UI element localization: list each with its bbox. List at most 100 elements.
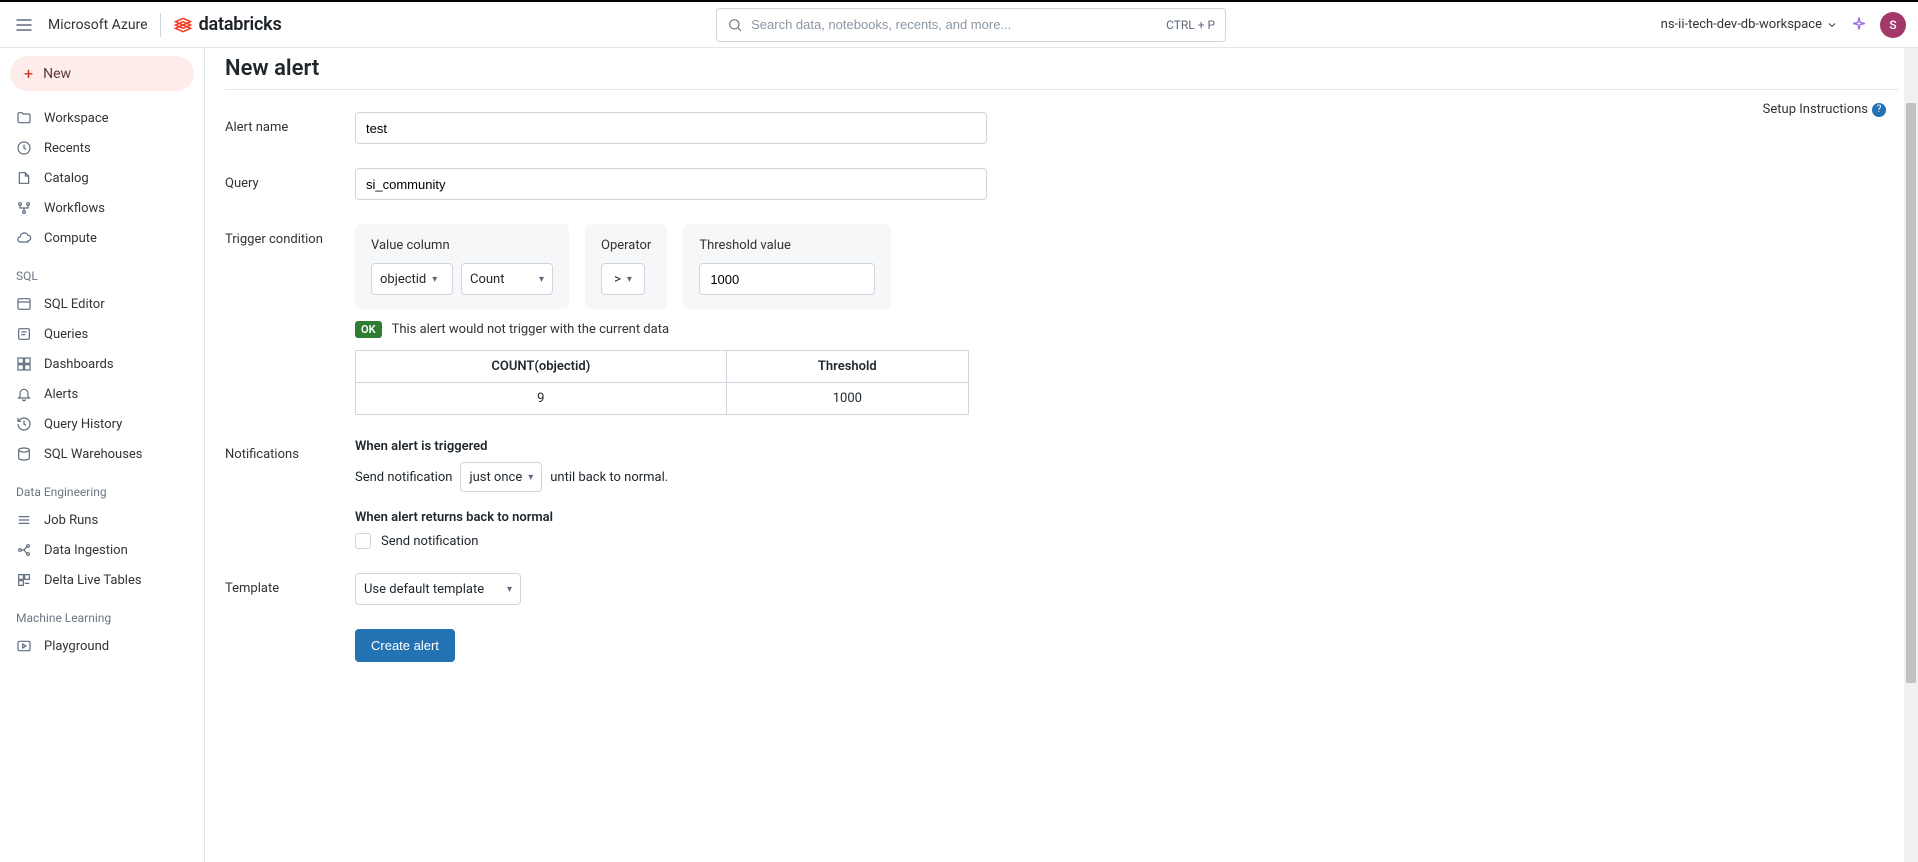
scrollbar-thumb[interactable] [1906, 103, 1916, 683]
top-bar: Microsoft Azure databricks CTRL + P ns-i… [0, 0, 1918, 48]
query-input[interactable] [355, 168, 987, 200]
sidebar-item-label: Queries [44, 327, 88, 342]
template-select[interactable]: Use default template ▾ [355, 573, 521, 605]
sidebar-item-label: Compute [44, 231, 97, 246]
notif-triggered-heading: When alert is triggered [355, 439, 1245, 454]
sidebar-item-alerts[interactable]: Alerts [10, 379, 194, 409]
threshold-input[interactable] [699, 263, 875, 295]
clock-icon [16, 140, 32, 156]
history-icon [16, 416, 32, 432]
operator-label: Operator [601, 238, 651, 253]
table-cell-threshold: 1000 [726, 383, 968, 415]
trigger-preview-table: COUNT(objectid) Threshold 9 1000 [355, 350, 969, 415]
plus-icon: + [24, 64, 33, 83]
sidebar-section-sql: SQL [10, 253, 194, 289]
notif-normal-checkbox[interactable] [355, 533, 371, 549]
sidebar-item-label: Query History [44, 417, 122, 432]
search-shortcut-label: CTRL + P [1166, 18, 1215, 32]
help-icon: ? [1872, 103, 1886, 117]
assistant-sparkle-icon[interactable] [1850, 16, 1868, 34]
sidebar-item-data-ingestion[interactable]: Data Ingestion [10, 535, 194, 565]
sidebar-item-queries[interactable]: Queries [10, 319, 194, 349]
operator-select[interactable]: > ▾ [601, 263, 645, 295]
workflow-icon [16, 200, 32, 216]
search-wrap: CTRL + P [294, 8, 1649, 42]
sidebar-item-compute[interactable]: Compute [10, 223, 194, 253]
sidebar-item-sql-editor[interactable]: SQL Editor [10, 289, 194, 319]
value-column-label: Value column [371, 238, 553, 253]
label-trigger: Trigger condition [225, 224, 355, 415]
databricks-logo-icon [173, 15, 193, 35]
notif-frequency-select[interactable]: just once ▾ [460, 462, 542, 492]
new-button[interactable]: + New [10, 56, 194, 91]
bell-icon [16, 386, 32, 402]
main-scrollbar[interactable] [1904, 48, 1918, 862]
create-alert-button[interactable]: Create alert [355, 629, 455, 662]
workspace-name-label: ns-ii-tech-dev-db-workspace [1661, 17, 1822, 32]
table-header-threshold: Threshold [726, 351, 968, 383]
sidebar-item-catalog[interactable]: Catalog [10, 163, 194, 193]
job-runs-icon [16, 512, 32, 528]
sidebar-item-dashboards[interactable]: Dashboards [10, 349, 194, 379]
top-right: ns-ii-tech-dev-db-workspace S [1661, 12, 1906, 38]
chevron-down-icon [1826, 19, 1838, 31]
sidebar-item-label: Delta Live Tables [44, 573, 142, 588]
setup-instructions-link[interactable]: Setup Instructions ? [1763, 102, 1886, 117]
aggregation-select[interactable]: Count ▾ [461, 263, 553, 295]
cloud-icon [16, 230, 32, 246]
sidebar-section-ml: Machine Learning [10, 595, 194, 631]
template-selected: Use default template [364, 582, 484, 597]
label-query: Query [225, 168, 355, 200]
chevron-down-icon: ▾ [432, 274, 437, 285]
warehouse-icon [16, 446, 32, 462]
chevron-down-icon: ▾ [528, 472, 533, 483]
value-column-group: Value column objectid ▾ Count ▾ [355, 224, 569, 309]
sidebar-item-label: Recents [44, 141, 91, 156]
sidebar-item-label: Job Runs [44, 513, 98, 528]
avatar[interactable]: S [1880, 12, 1906, 38]
status-text: This alert would not trigger with the cu… [392, 322, 669, 337]
sidebar-item-label: SQL Editor [44, 297, 105, 312]
threshold-group: Threshold value [683, 224, 891, 309]
sidebar-item-label: Dashboards [44, 357, 114, 372]
alert-name-input[interactable] [355, 112, 987, 144]
aggregation-selected: Count [470, 272, 504, 287]
sidebar-item-label: Data Ingestion [44, 543, 128, 558]
sidebar-item-job-runs[interactable]: Job Runs [10, 505, 194, 535]
sidebar-item-label: Alerts [44, 387, 78, 402]
sidebar-item-label: Workspace [44, 111, 109, 126]
dashboard-icon [16, 356, 32, 372]
sidebar-item-playground[interactable]: Playground [10, 631, 194, 661]
workspace-switcher[interactable]: ns-ii-tech-dev-db-workspace [1661, 17, 1838, 32]
setup-instructions-label: Setup Instructions [1763, 102, 1868, 117]
ingestion-icon [16, 542, 32, 558]
main-panel: Setup Instructions ? New alert Alert nam… [205, 48, 1918, 862]
label-notifications: Notifications [225, 439, 355, 549]
brand-databricks-label: databricks [199, 14, 282, 35]
operator-selected: > [614, 272, 621, 287]
brand-divider [160, 13, 161, 37]
threshold-label: Threshold value [699, 238, 875, 253]
sidebar-item-label: Workflows [44, 201, 105, 216]
notif-normal-heading: When alert returns back to normal [355, 510, 1245, 525]
sidebar-item-workspace[interactable]: Workspace [10, 103, 194, 133]
chevron-down-icon: ▾ [507, 584, 512, 595]
table-header-count: COUNT(objectid) [356, 351, 727, 383]
page-title: New alert [225, 56, 1898, 81]
sidebar-item-workflows[interactable]: Workflows [10, 193, 194, 223]
search-input[interactable] [751, 17, 1158, 32]
search-box[interactable]: CTRL + P [716, 8, 1226, 42]
playground-icon [16, 638, 32, 654]
menu-toggle-button[interactable] [12, 13, 36, 37]
brand-azure-label: Microsoft Azure [48, 17, 148, 33]
sidebar-item-label: Catalog [44, 171, 89, 186]
sidebar-item-delta-live-tables[interactable]: Delta Live Tables [10, 565, 194, 595]
new-button-label: New [43, 66, 71, 82]
sidebar-item-label: Playground [44, 639, 109, 654]
brand-databricks: databricks [173, 14, 282, 35]
value-column-select[interactable]: objectid ▾ [371, 263, 453, 295]
sidebar-item-recents[interactable]: Recents [10, 133, 194, 163]
sidebar-item-query-history[interactable]: Query History [10, 409, 194, 439]
avatar-initial: S [1889, 18, 1896, 32]
sidebar-item-sql-warehouses[interactable]: SQL Warehouses [10, 439, 194, 469]
